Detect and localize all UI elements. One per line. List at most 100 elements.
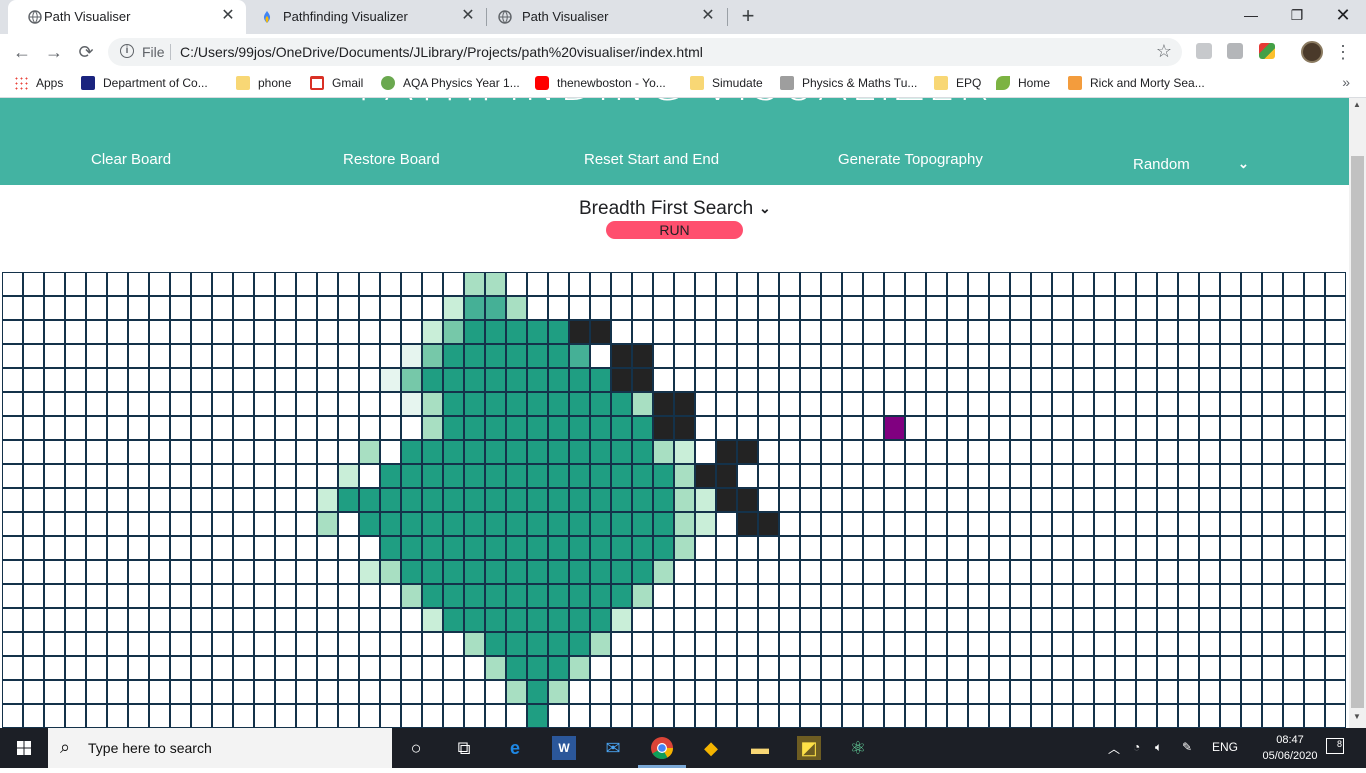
grid-cell[interactable]: [968, 272, 989, 296]
grid-cell[interactable]: [1241, 416, 1262, 440]
visited-cell[interactable]: [506, 536, 527, 560]
grid-cell[interactable]: [653, 584, 674, 608]
chevron-down-icon[interactable]: ⌄: [1238, 156, 1249, 172]
grid-cell[interactable]: [86, 680, 107, 704]
grid-cell[interactable]: [989, 656, 1010, 680]
grid-cell[interactable]: [653, 320, 674, 344]
grid-cell[interactable]: [1010, 272, 1031, 296]
grid-cell[interactable]: [86, 296, 107, 320]
visited-cell[interactable]: [527, 440, 548, 464]
visited-cell[interactable]: [380, 368, 401, 392]
visited-cell[interactable]: [422, 464, 443, 488]
grid-cell[interactable]: [1115, 704, 1136, 728]
visited-cell[interactable]: [548, 656, 569, 680]
grid-cell[interactable]: [107, 704, 128, 728]
visited-cell[interactable]: [422, 344, 443, 368]
grid-cell[interactable]: [1283, 392, 1304, 416]
grid-cell[interactable]: [1073, 320, 1094, 344]
visited-cell[interactable]: [569, 656, 590, 680]
grid-cell[interactable]: [926, 704, 947, 728]
visited-cell[interactable]: [485, 392, 506, 416]
visited-cell[interactable]: [527, 464, 548, 488]
grid-cell[interactable]: [926, 536, 947, 560]
grid-cell[interactable]: [590, 704, 611, 728]
grid-cell[interactable]: [65, 608, 86, 632]
grid-cell[interactable]: [905, 392, 926, 416]
grid-cell[interactable]: [989, 296, 1010, 320]
grid-cell[interactable]: [107, 392, 128, 416]
grid-cell[interactable]: [905, 680, 926, 704]
grid-cell[interactable]: [716, 296, 737, 320]
visited-cell[interactable]: [569, 560, 590, 584]
grid-cell[interactable]: [779, 368, 800, 392]
grid-cell[interactable]: [128, 560, 149, 584]
grid-cell[interactable]: [2, 536, 23, 560]
grid-cell[interactable]: [44, 704, 65, 728]
visited-cell[interactable]: [485, 344, 506, 368]
grid-cell[interactable]: [2, 704, 23, 728]
grid-cell[interactable]: [758, 704, 779, 728]
grid-cell[interactable]: [968, 488, 989, 512]
grid-cell[interactable]: [1157, 392, 1178, 416]
grid-cell[interactable]: [1031, 464, 1052, 488]
windows-start-button[interactable]: [0, 728, 48, 768]
visited-cell[interactable]: [548, 584, 569, 608]
grid-cell[interactable]: [296, 440, 317, 464]
grid-cell[interactable]: [1283, 296, 1304, 320]
visited-cell[interactable]: [380, 512, 401, 536]
visited-cell[interactable]: [674, 464, 695, 488]
grid-cell[interactable]: [65, 560, 86, 584]
grid-cell[interactable]: [1262, 632, 1283, 656]
grid-cell[interactable]: [296, 344, 317, 368]
grid-cell[interactable]: [233, 320, 254, 344]
grid-cell[interactable]: [1136, 320, 1157, 344]
grid-cell[interactable]: [716, 272, 737, 296]
grid-cell[interactable]: [296, 272, 317, 296]
grid-cell[interactable]: [779, 560, 800, 584]
grid-cell[interactable]: [317, 368, 338, 392]
grid-cell[interactable]: [884, 512, 905, 536]
grid-cell[interactable]: [1052, 320, 1073, 344]
grid-cell[interactable]: [44, 296, 65, 320]
grid-cell[interactable]: [275, 320, 296, 344]
grid-cell[interactable]: [905, 416, 926, 440]
grid-cell[interactable]: [821, 272, 842, 296]
grid-cell[interactable]: [149, 608, 170, 632]
grid-cell[interactable]: [1031, 368, 1052, 392]
grid-cell[interactable]: [1241, 560, 1262, 584]
grid-cell[interactable]: [23, 680, 44, 704]
grid-cell[interactable]: [1031, 392, 1052, 416]
grid-cell[interactable]: [653, 296, 674, 320]
grid-cell[interactable]: [233, 392, 254, 416]
grid-cell[interactable]: [1178, 296, 1199, 320]
visited-cell[interactable]: [611, 512, 632, 536]
grid-cell[interactable]: [1094, 344, 1115, 368]
grid-cell[interactable]: [905, 344, 926, 368]
grid-cell[interactable]: [758, 536, 779, 560]
grid-cell[interactable]: [1052, 632, 1073, 656]
visited-cell[interactable]: [527, 344, 548, 368]
grid-cell[interactable]: [212, 440, 233, 464]
grid-cell[interactable]: [989, 368, 1010, 392]
grid-cell[interactable]: [1283, 368, 1304, 392]
grid-cell[interactable]: [947, 584, 968, 608]
grid-cell[interactable]: [65, 584, 86, 608]
grid-cell[interactable]: [23, 512, 44, 536]
grid-cell[interactable]: [254, 512, 275, 536]
grid-cell[interactable]: [758, 608, 779, 632]
grid-cell[interactable]: [947, 704, 968, 728]
grid-cell[interactable]: [1094, 464, 1115, 488]
grid-cell[interactable]: [275, 536, 296, 560]
grid-cell[interactable]: [926, 416, 947, 440]
grid-cell[interactable]: [44, 488, 65, 512]
grid-cell[interactable]: [107, 320, 128, 344]
grid-cell[interactable]: [233, 656, 254, 680]
grid-cell[interactable]: [632, 704, 653, 728]
grid-cell[interactable]: [968, 536, 989, 560]
grid-cell[interactable]: [1094, 704, 1115, 728]
grid-cell[interactable]: [1010, 608, 1031, 632]
grid-cell[interactable]: [821, 392, 842, 416]
grid-cell[interactable]: [128, 680, 149, 704]
grid-cell[interactable]: [275, 416, 296, 440]
algorithm-select[interactable]: Breadth First Search: [579, 198, 753, 220]
